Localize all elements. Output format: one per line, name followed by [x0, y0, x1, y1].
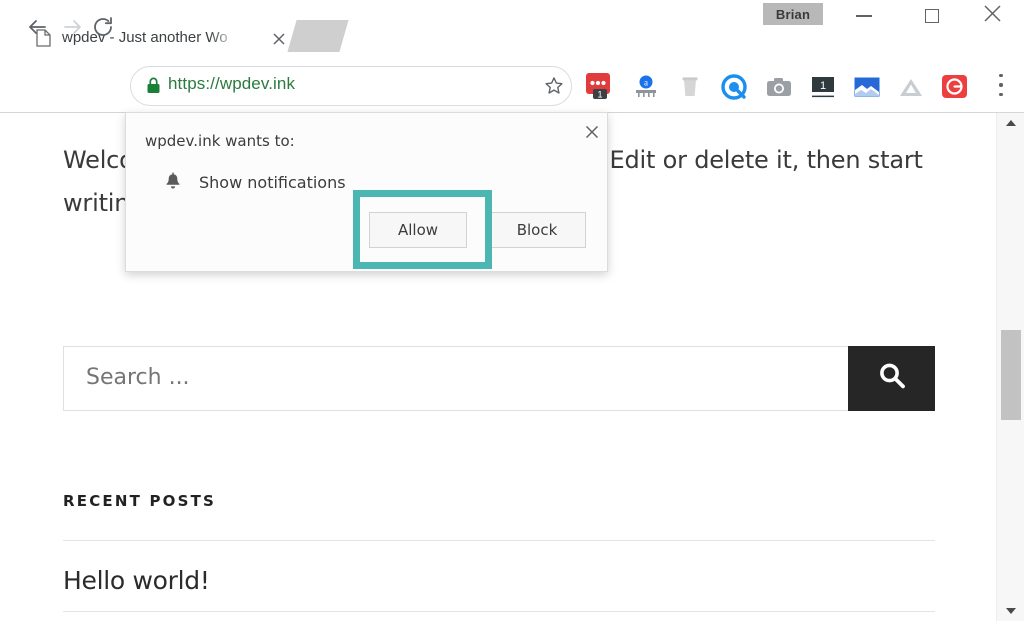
url-text[interactable]: https://wpdev.ink: [168, 74, 295, 94]
allow-button[interactable]: Allow: [369, 212, 467, 248]
svg-text:1: 1: [597, 89, 602, 99]
search-icon: [875, 359, 909, 398]
bell-icon: [163, 171, 183, 193]
scrollbar-thumb[interactable]: [1001, 330, 1021, 420]
tab-close-button[interactable]: [270, 30, 288, 48]
block-button[interactable]: Block: [488, 212, 586, 248]
page-scrollbar[interactable]: [996, 113, 1024, 621]
extension-red-dots-icon[interactable]: 1: [586, 73, 614, 101]
post-link-hello-world[interactable]: Hello world!: [63, 566, 210, 595]
three-dots-vertical-icon[interactable]: [993, 74, 1009, 96]
search-input[interactable]: [86, 365, 826, 390]
close-icon: [585, 125, 599, 144]
triangle-up-icon: [1005, 114, 1017, 132]
svg-text:a: a: [644, 77, 648, 87]
profile-chip[interactable]: Brian: [763, 3, 823, 25]
permission-label: Show notifications: [199, 173, 346, 192]
extension-amazon-assistant-icon[interactable]: a: [632, 73, 660, 101]
extension-camera-icon[interactable]: [765, 73, 793, 101]
back-button[interactable]: [22, 14, 52, 44]
dialog-close-button[interactable]: [579, 121, 605, 147]
extension-screenshot-icon[interactable]: [853, 73, 881, 101]
extension-onetab-icon[interactable]: 1: [809, 73, 837, 101]
search-form: [63, 346, 935, 411]
window-minimize-button[interactable]: [841, 0, 887, 32]
dialog-origin-text: wpdev.ink wants to:: [145, 132, 295, 150]
scrollbar-down-button[interactable]: [997, 601, 1024, 621]
browser-window: wpdev - Just another Wo Brian https://wp…: [0, 0, 1024, 621]
search-submit-button[interactable]: [848, 346, 935, 411]
recent-posts-heading: RECENT POSTS: [63, 492, 217, 510]
divider-top: [63, 540, 935, 541]
arrow-right-icon: [61, 15, 85, 44]
divider-bottom: [63, 611, 935, 612]
forward-button: [58, 14, 88, 44]
star-icon[interactable]: [543, 75, 565, 97]
reload-button[interactable]: [88, 14, 118, 44]
notification-permission-dialog: wpdev.ink wants to: Show notifications A…: [125, 112, 608, 272]
window-maximize-button[interactable]: [909, 0, 955, 32]
window-close-button[interactable]: [969, 0, 1015, 32]
extension-blue-circle-icon[interactable]: [720, 73, 748, 101]
lock-icon: [146, 76, 161, 95]
arrow-left-icon: [25, 15, 49, 44]
new-tab-ghost[interactable]: [287, 20, 349, 52]
svg-text:1: 1: [820, 80, 826, 92]
tab-strip: wpdev - Just another Wo Brian: [0, 0, 1024, 58]
minimize-icon: [856, 15, 872, 17]
extension-grammarly-icon[interactable]: [941, 73, 969, 101]
maximize-icon: [925, 9, 939, 23]
reload-icon: [91, 15, 115, 44]
extension-google-drive-icon[interactable]: [897, 73, 925, 101]
close-icon: [983, 4, 1002, 28]
triangle-down-icon: [1005, 602, 1017, 620]
extension-trash-icon[interactable]: [676, 73, 704, 101]
scrollbar-up-button[interactable]: [997, 113, 1024, 133]
